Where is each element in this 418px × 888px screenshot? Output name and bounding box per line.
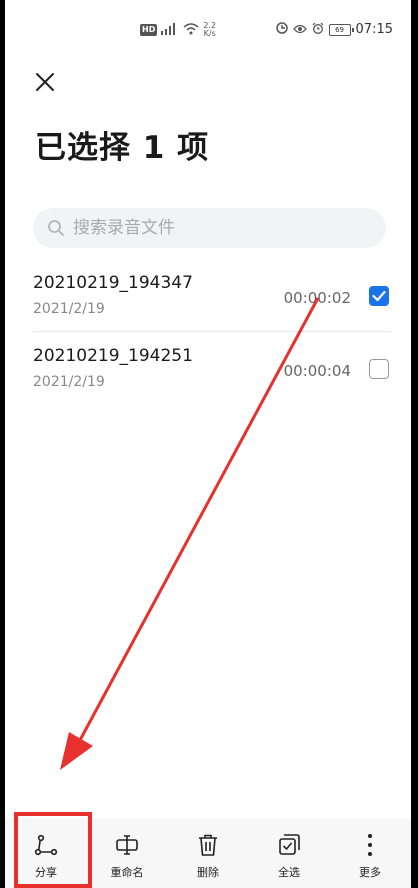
- select-all-label: 全选: [278, 866, 300, 879]
- data-saver-icon: [275, 22, 288, 37]
- signal-icon: [161, 22, 179, 38]
- more-label: 更多: [359, 866, 381, 879]
- list-item[interactable]: 20210219_194347 2021/2/19 00:00:02: [33, 265, 391, 337]
- close-button[interactable]: [27, 64, 63, 100]
- hd-badge: HD: [140, 24, 158, 36]
- network-speed: 2.2 K/s: [203, 22, 216, 38]
- divider: [33, 331, 391, 332]
- recording-duration: 00:00:04: [283, 362, 351, 380]
- speed-unit: K/s: [203, 29, 216, 38]
- annotation-highlight-box: [14, 812, 92, 888]
- select-all-icon: [279, 834, 300, 855]
- battery-icon: 69: [328, 23, 354, 36]
- search-bar[interactable]: [33, 208, 386, 248]
- rename-button[interactable]: 重命名: [87, 818, 167, 882]
- more-button[interactable]: 更多: [330, 818, 410, 882]
- rename-label: 重命名: [110, 866, 144, 879]
- delete-label: 删除: [197, 866, 219, 879]
- wifi-icon: [183, 22, 199, 38]
- trash-icon: [199, 834, 217, 856]
- select-checkbox[interactable]: [369, 286, 389, 306]
- list-item[interactable]: 20210219_194251 2021/2/19 00:00:04: [33, 338, 391, 410]
- select-all-button[interactable]: 全选: [249, 818, 329, 882]
- recording-duration: 00:00:02: [283, 289, 351, 307]
- page-title: 已选择 1 项: [35, 130, 210, 166]
- status-right: 69 07:15: [275, 22, 393, 37]
- recording-name: 20210219_194251: [33, 346, 193, 366]
- screen: HD 2.2 K/s 69 07:15 已选择 1 项 搜索录音文件 20210…: [5, 0, 411, 888]
- status-left: HD 2.2 K/s: [140, 22, 216, 38]
- status-bar: HD 2.2 K/s 69 07:15: [5, 18, 411, 48]
- eye-icon: [292, 23, 307, 37]
- checkmark-icon: [372, 290, 386, 302]
- search-input[interactable]: [71, 217, 355, 239]
- recording-date: 2021/2/19: [33, 301, 105, 317]
- select-checkbox[interactable]: [369, 359, 389, 379]
- recording-date: 2021/2/19: [33, 374, 105, 390]
- delete-button[interactable]: 删除: [168, 818, 248, 882]
- more-vertical-icon: [368, 834, 372, 856]
- search-icon: [48, 220, 64, 236]
- close-icon: [36, 73, 54, 91]
- alarm-icon: [312, 22, 324, 37]
- clock: 07:15: [355, 22, 393, 37]
- recording-name: 20210219_194347: [33, 273, 193, 293]
- rename-icon: [116, 835, 138, 855]
